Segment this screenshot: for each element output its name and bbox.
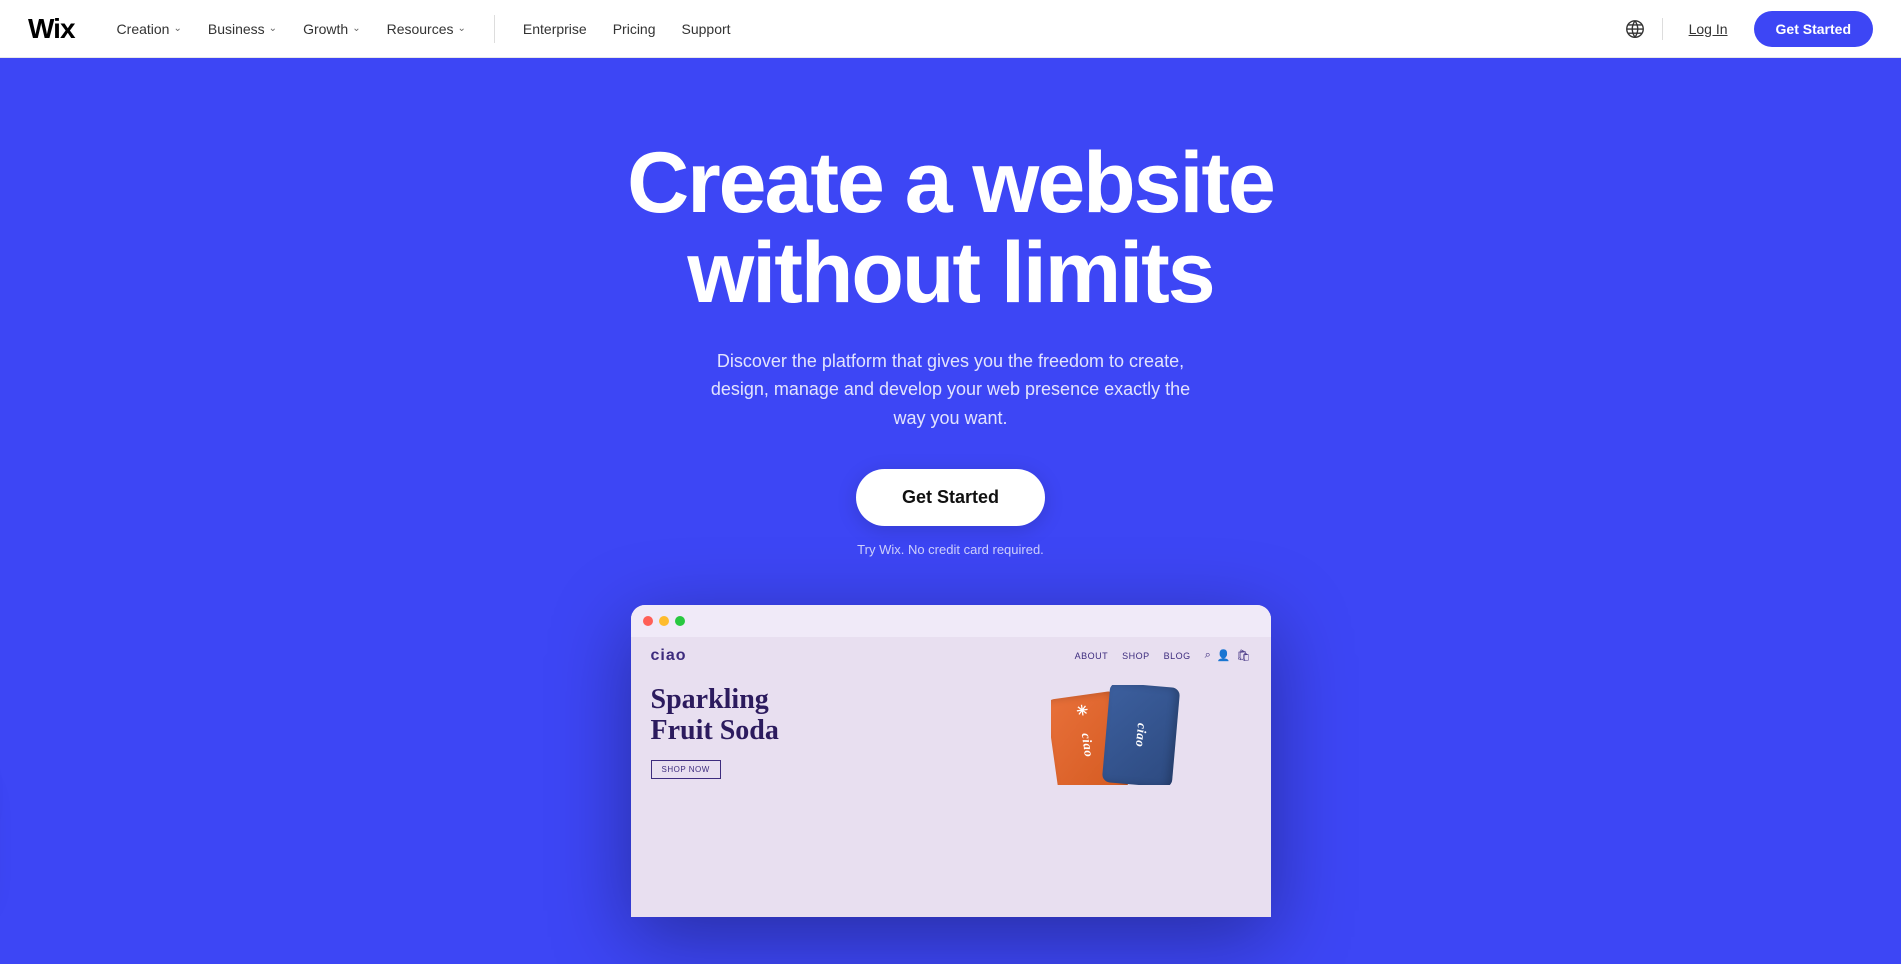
- mini-site-links: ABOUT SHOP BLOG ⌕ 👤 🛍: [1075, 649, 1251, 662]
- user-icon: 👤: [1217, 649, 1231, 662]
- hero-content: Create a website without limits Discover…: [607, 58, 1294, 557]
- can-label-orange: ciao: [1077, 732, 1096, 758]
- navbar: Wix Creation ⌄ Business ⌄ Growth ⌄ Resou…: [0, 0, 1901, 58]
- chevron-down-icon: ⌄: [458, 23, 466, 34]
- browser-preview-area: 🗄 Sales $212K: [0, 605, 1901, 917]
- mini-site-text-area: Sparkling Fruit Soda SHOP NOW: [651, 685, 1035, 785]
- mini-site-body: Sparkling Fruit Soda SHOP NOW ✳ ciao cia…: [631, 675, 1271, 795]
- browser-content: ciao ABOUT SHOP BLOG ⌕ 👤 🛍: [631, 637, 1271, 917]
- chevron-down-icon: ⌄: [173, 23, 181, 34]
- search-icon: ⌕: [1205, 649, 1211, 662]
- mini-site-icons: ⌕ 👤 🛍: [1205, 649, 1251, 662]
- hero-note: Try Wix. No credit card required.: [627, 542, 1274, 557]
- hero-section: Create a website without limits Discover…: [0, 0, 1901, 964]
- hero-get-started-button[interactable]: Get Started: [856, 469, 1045, 526]
- login-button[interactable]: Log In: [1679, 15, 1738, 43]
- nav-primary-links: Creation ⌄ Business ⌄ Growth ⌄ Resources…: [107, 15, 1624, 43]
- can-blue: ciao: [1101, 685, 1179, 785]
- mini-site-link-about: ABOUT: [1075, 651, 1109, 661]
- nav-resources[interactable]: Resources ⌄: [377, 15, 476, 43]
- browser-window: ciao ABOUT SHOP BLOG ⌕ 👤 🛍: [631, 605, 1271, 917]
- mini-site-heading: Sparkling Fruit Soda: [651, 685, 1035, 747]
- hero-subtitle: Discover the platform that gives you the…: [700, 347, 1200, 433]
- mini-shop-now-button[interactable]: SHOP NOW: [651, 760, 721, 779]
- chevron-down-icon: ⌄: [352, 23, 360, 34]
- browser-bar: [631, 605, 1271, 637]
- wix-logo[interactable]: Wix: [28, 13, 75, 45]
- cart-icon: 🛍: [1237, 649, 1251, 662]
- nav-creation[interactable]: Creation ⌄: [107, 15, 192, 43]
- mini-site-link-blog: BLOG: [1164, 651, 1191, 661]
- browser-dot-red: [643, 616, 653, 626]
- chevron-down-icon: ⌄: [269, 23, 277, 34]
- nav-divider: [494, 15, 495, 43]
- nav-enterprise[interactable]: Enterprise: [513, 15, 597, 43]
- nav-right: Log In Get Started: [1624, 11, 1873, 47]
- nav-support[interactable]: Support: [672, 15, 741, 43]
- mini-site-navbar: ciao ABOUT SHOP BLOG ⌕ 👤 🛍: [631, 637, 1271, 675]
- can-star-icon: ✳: [1075, 702, 1089, 721]
- can-label-blue: ciao: [1131, 722, 1149, 748]
- mini-site-logo: ciao: [651, 647, 687, 665]
- nav-get-started-button[interactable]: Get Started: [1754, 11, 1873, 47]
- browser-dot-green: [675, 616, 685, 626]
- nav-right-divider: [1662, 18, 1663, 40]
- hero-title: Create a website without limits: [627, 138, 1274, 319]
- globe-icon[interactable]: [1624, 18, 1646, 40]
- nav-growth[interactable]: Growth ⌄: [293, 15, 371, 43]
- nav-pricing[interactable]: Pricing: [603, 15, 666, 43]
- nav-business[interactable]: Business ⌄: [198, 15, 287, 43]
- browser-dot-yellow: [659, 616, 669, 626]
- mini-site-link-shop: SHOP: [1122, 651, 1150, 661]
- mini-site-cans: ✳ ciao ciao: [1051, 685, 1251, 785]
